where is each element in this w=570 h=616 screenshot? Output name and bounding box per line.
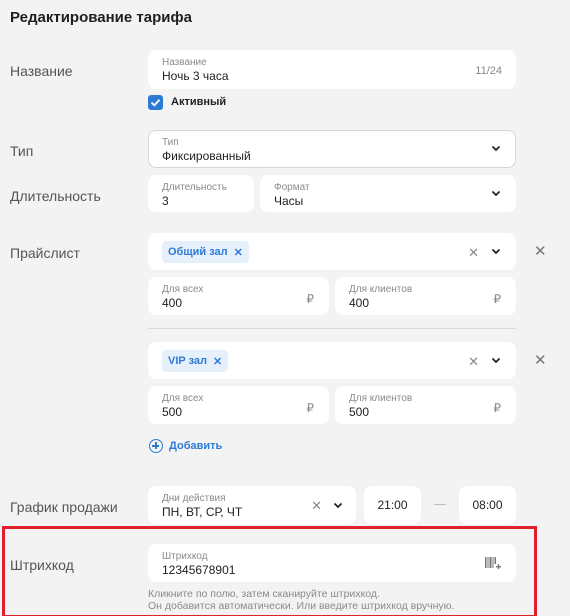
- barcode-scan-icon[interactable]: [485, 557, 501, 576]
- price-clients-value: 500: [349, 405, 370, 419]
- duration-field-value: 3: [162, 194, 169, 208]
- barcode-row-label: Штрихкод: [10, 557, 74, 573]
- price-all-label: Для всех: [162, 284, 204, 295]
- type-row-label: Тип: [10, 143, 34, 159]
- close-icon[interactable]: ✕: [468, 354, 479, 370]
- pricelist-hall-select[interactable]: VIP зал ✕ ✕: [148, 342, 516, 379]
- ruble-icon: ₽: [306, 401, 314, 415]
- format-field-value: Часы: [274, 194, 304, 208]
- active-checkbox[interactable]: [148, 95, 163, 110]
- name-char-counter: 11/24: [475, 65, 502, 77]
- name-field-label: Название: [162, 57, 207, 68]
- barcode-hint-line2: Он добавится автоматически. Или введите …: [148, 600, 455, 612]
- duration-field-label: Длительность: [162, 182, 227, 193]
- pricelist-row-label: Прайслист: [10, 245, 80, 261]
- name-field[interactable]: Название Ночь 3 часа 11/24: [148, 50, 516, 89]
- price-clients-value: 400: [349, 296, 370, 310]
- time-from-field[interactable]: 21:00: [364, 486, 421, 524]
- barcode-input[interactable]: Штрихкод 12345678901: [148, 544, 516, 582]
- pricelist-hall-select[interactable]: Общий зал ✕ ✕: [148, 233, 516, 270]
- ruble-icon: ₽: [493, 401, 501, 415]
- price-clients-label: Для клиентов: [349, 284, 413, 295]
- days-select[interactable]: Дни действия ПН, ВТ, СР, ЧТ ✕: [148, 486, 356, 524]
- days-field-value: ПН, ВТ, СР, ЧТ: [162, 505, 243, 519]
- check-icon: [150, 99, 161, 107]
- time-range-dash: [434, 504, 446, 505]
- schedule-row-label: График продажи: [10, 499, 118, 515]
- remove-group-icon[interactable]: ✕: [534, 242, 547, 260]
- remove-group-icon[interactable]: ✕: [534, 351, 547, 369]
- close-icon[interactable]: ✕: [213, 355, 222, 368]
- chevron-down-icon: [491, 190, 501, 197]
- hall-chip: Общий зал ✕: [162, 241, 249, 263]
- duration-field[interactable]: Длительность 3: [148, 175, 254, 212]
- hall-chip-label: VIP зал: [168, 355, 208, 367]
- close-icon[interactable]: ✕: [234, 246, 243, 259]
- price-all-field[interactable]: Для всех 500 ₽: [148, 386, 329, 424]
- chevron-down-icon[interactable]: [491, 357, 501, 364]
- barcode-field-value: 12345678901: [162, 563, 236, 577]
- type-field-value: Фиксированный: [162, 149, 251, 163]
- days-field-label: Дни действия: [162, 493, 226, 504]
- type-field-label: Тип: [162, 137, 179, 148]
- format-select[interactable]: Формат Часы: [260, 175, 516, 212]
- name-row-label: Название: [10, 63, 73, 79]
- chevron-down-icon: [491, 145, 501, 152]
- type-select[interactable]: Тип Фиксированный: [148, 130, 516, 168]
- group-divider: [148, 328, 516, 329]
- hall-chip-label: Общий зал: [168, 246, 228, 258]
- hall-chip: VIP зал ✕: [162, 350, 229, 372]
- format-field-label: Формат: [274, 182, 310, 193]
- price-all-value: 500: [162, 405, 183, 419]
- barcode-hint-line1: Кликните по полю, затем сканируйте штрих…: [148, 588, 380, 600]
- active-checkbox-label: Активный: [171, 96, 227, 108]
- barcode-hint: Кликните по полю, затем сканируйте штрих…: [148, 588, 454, 612]
- page-title: Редактирование тарифа: [10, 9, 192, 26]
- price-all-value: 400: [162, 296, 183, 310]
- ruble-icon: ₽: [493, 292, 501, 306]
- close-icon[interactable]: ✕: [468, 245, 479, 261]
- price-all-field[interactable]: Для всех 400 ₽: [148, 277, 329, 315]
- chevron-down-icon[interactable]: [491, 248, 501, 255]
- add-price-group-button[interactable]: Добавить: [149, 439, 222, 453]
- price-all-label: Для всех: [162, 393, 204, 404]
- add-price-group-label: Добавить: [169, 440, 223, 452]
- price-clients-label: Для клиентов: [349, 393, 413, 404]
- close-icon[interactable]: ✕: [311, 498, 322, 514]
- barcode-field-label: Штрихкод: [162, 551, 208, 562]
- duration-row-label: Длительность: [10, 188, 101, 204]
- price-clients-field[interactable]: Для клиентов 500 ₽: [335, 386, 516, 424]
- time-to-field[interactable]: 08:00: [459, 486, 516, 524]
- ruble-icon: ₽: [306, 292, 314, 306]
- plus-circle-icon: [149, 439, 163, 453]
- name-field-value: Ночь 3 часа: [162, 69, 229, 83]
- chevron-down-icon[interactable]: [333, 502, 343, 509]
- price-clients-field[interactable]: Для клиентов 400 ₽: [335, 277, 516, 315]
